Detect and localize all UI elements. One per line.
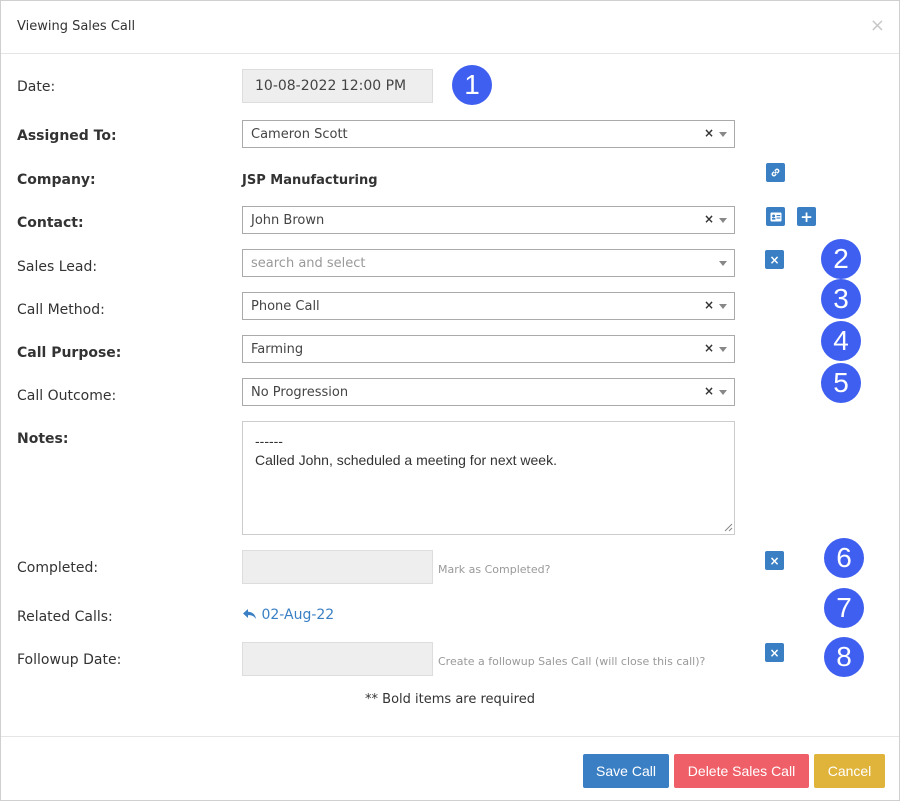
- badge-4: 4: [821, 321, 861, 361]
- chevron-down-icon[interactable]: [719, 347, 727, 352]
- clear-icon[interactable]: ×: [704, 298, 714, 312]
- badge-3: 3: [821, 279, 861, 319]
- link-icon[interactable]: [766, 163, 785, 182]
- chevron-down-icon[interactable]: [719, 132, 727, 137]
- notes-label: Notes:: [17, 431, 69, 447]
- related-call-link[interactable]: 02-Aug-22: [242, 607, 334, 623]
- modal-footer: Save Call Delete Sales Call Cancel: [1, 736, 899, 802]
- call-method-select[interactable]: Phone Call ×: [242, 292, 735, 320]
- chevron-down-icon[interactable]: [719, 261, 727, 266]
- reply-arrow-icon: [243, 609, 256, 619]
- modal-header: Viewing Sales Call ×: [1, 1, 899, 54]
- followup-date-field[interactable]: [242, 642, 433, 676]
- call-purpose-select[interactable]: Farming ×: [242, 335, 735, 363]
- badge-2: 2: [821, 239, 861, 279]
- delete-sales-call-button[interactable]: Delete Sales Call: [674, 754, 809, 788]
- call-outcome-label: Call Outcome:: [17, 388, 117, 404]
- call-method-label: Call Method:: [17, 302, 105, 318]
- clear-icon[interactable]: ×: [765, 250, 784, 269]
- resize-grip-icon[interactable]: [724, 523, 733, 532]
- sales-lead-placeholder: search and select: [251, 256, 366, 271]
- chevron-down-icon[interactable]: [719, 218, 727, 223]
- call-method-value: Phone Call: [251, 299, 320, 314]
- assigned-to-value: Cameron Scott: [251, 127, 348, 142]
- assigned-to-select[interactable]: Cameron Scott ×: [242, 120, 735, 148]
- close-icon[interactable]: ×: [870, 17, 885, 35]
- clear-icon[interactable]: ×: [765, 643, 784, 662]
- related-calls-label: Related Calls:: [17, 609, 113, 625]
- date-field: 10-08-2022 12:00 PM: [242, 69, 433, 103]
- assigned-to-label: Assigned To:: [17, 128, 117, 144]
- chevron-down-icon[interactable]: [719, 390, 727, 395]
- badge-5: 5: [821, 363, 861, 403]
- badge-7: 7: [824, 588, 864, 628]
- plus-icon[interactable]: +: [797, 207, 816, 226]
- clear-icon[interactable]: ×: [704, 341, 714, 355]
- contact-value: John Brown: [251, 213, 325, 228]
- badge-6: 6: [824, 538, 864, 578]
- clear-icon[interactable]: ×: [704, 212, 714, 226]
- notes-textarea[interactable]: ------ Called John, scheduled a meeting …: [242, 421, 735, 535]
- completed-field[interactable]: [242, 550, 433, 584]
- completed-hint: Mark as Completed?: [438, 563, 551, 576]
- contact-card-icon[interactable]: [766, 207, 785, 226]
- contact-select[interactable]: John Brown ×: [242, 206, 735, 234]
- clear-icon[interactable]: ×: [704, 384, 714, 398]
- call-outcome-value: No Progression: [251, 385, 349, 400]
- completed-label: Completed:: [17, 560, 99, 576]
- call-purpose-value: Farming: [251, 342, 304, 357]
- save-call-button[interactable]: Save Call: [583, 754, 669, 788]
- company-label: Company:: [17, 172, 96, 188]
- modal-title: Viewing Sales Call: [17, 19, 136, 34]
- followup-date-label: Followup Date:: [17, 652, 122, 668]
- chevron-down-icon[interactable]: [719, 304, 727, 309]
- call-outcome-select[interactable]: No Progression ×: [242, 378, 735, 406]
- badge-1: 1: [452, 65, 492, 105]
- related-call-link-text: 02-Aug-22: [261, 607, 335, 623]
- call-purpose-label: Call Purpose:: [17, 345, 122, 361]
- sales-lead-select[interactable]: search and select: [242, 249, 735, 277]
- required-note: ** Bold items are required: [365, 692, 535, 707]
- clear-icon[interactable]: ×: [704, 126, 714, 140]
- clear-icon[interactable]: ×: [765, 551, 784, 570]
- followup-date-hint: Create a followup Sales Call (will close…: [438, 655, 706, 668]
- sales-lead-label: Sales Lead:: [17, 259, 98, 275]
- contact-label: Contact:: [17, 215, 84, 231]
- cancel-button[interactable]: Cancel: [814, 754, 885, 788]
- badge-8: 8: [824, 637, 864, 677]
- date-label: Date:: [17, 79, 56, 95]
- company-value: JSP Manufacturing: [242, 173, 378, 188]
- sales-call-modal: Viewing Sales Call × Date: 10-08-2022 12…: [0, 0, 900, 801]
